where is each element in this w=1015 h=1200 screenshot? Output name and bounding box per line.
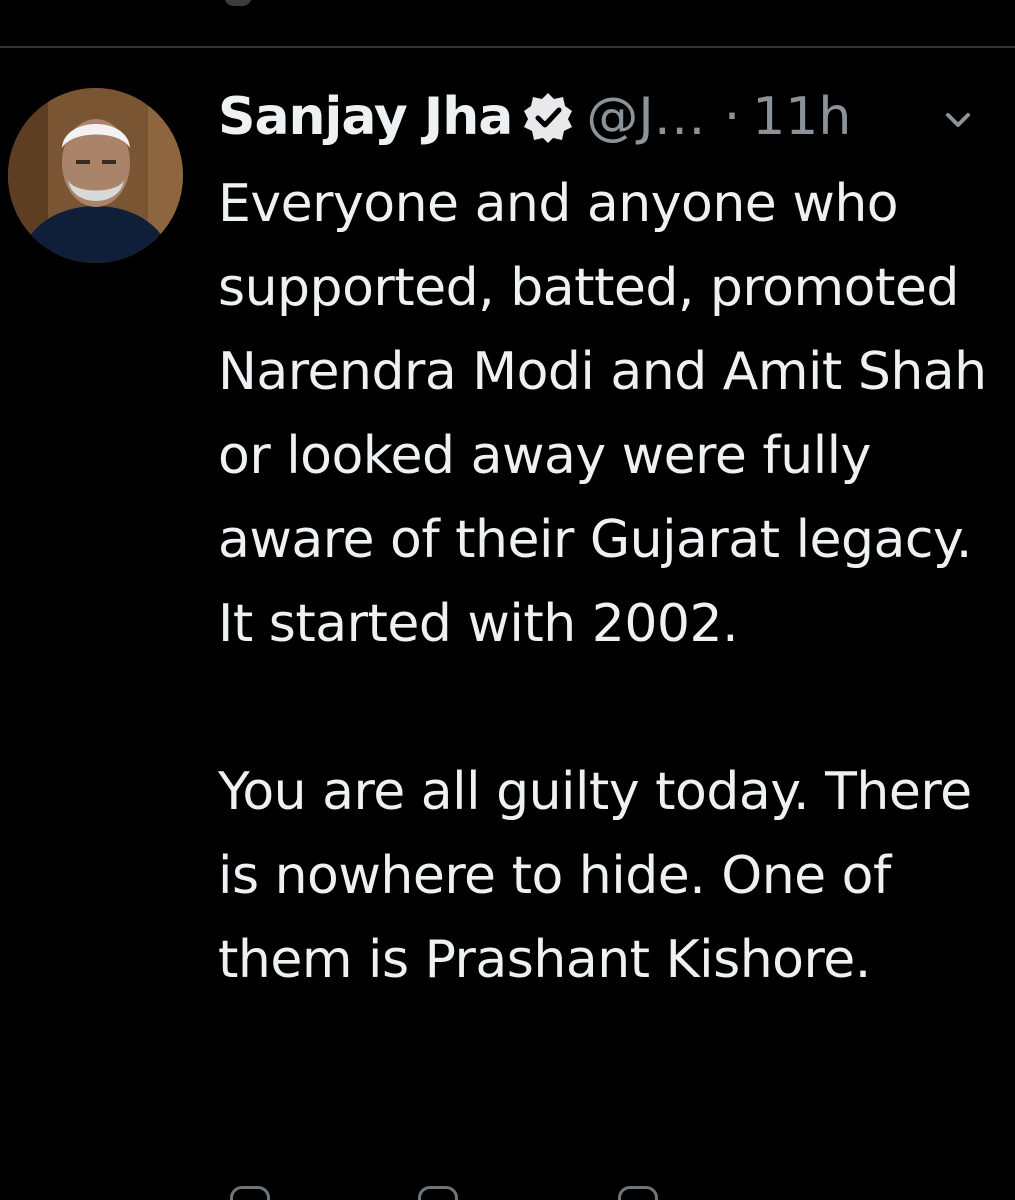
reply-icon[interactable] <box>230 1186 270 1200</box>
chevron-down-icon[interactable] <box>938 105 978 135</box>
previous-tweet-clipped <box>0 0 1015 46</box>
verified-badge-icon <box>522 91 574 143</box>
tweet-divider <box>0 46 1015 48</box>
avatar-image <box>8 88 183 263</box>
author-display-name[interactable]: Sanjay Jha <box>218 82 513 152</box>
separator-dot: · <box>723 87 741 147</box>
tweet-header: Sanjay Jha @J… · 11h <box>218 82 1008 152</box>
avatar[interactable] <box>8 88 183 263</box>
author-handle[interactable]: @J… <box>586 82 705 152</box>
clipped-text-glyph <box>224 0 252 6</box>
tweet-timestamp[interactable]: 11h <box>752 82 851 152</box>
retweet-icon[interactable] <box>418 1186 458 1200</box>
tweet-text: Everyone and anyone who supported, batte… <box>218 174 987 990</box>
tweet-actions-clipped <box>218 1186 998 1200</box>
like-icon[interactable] <box>618 1186 658 1200</box>
